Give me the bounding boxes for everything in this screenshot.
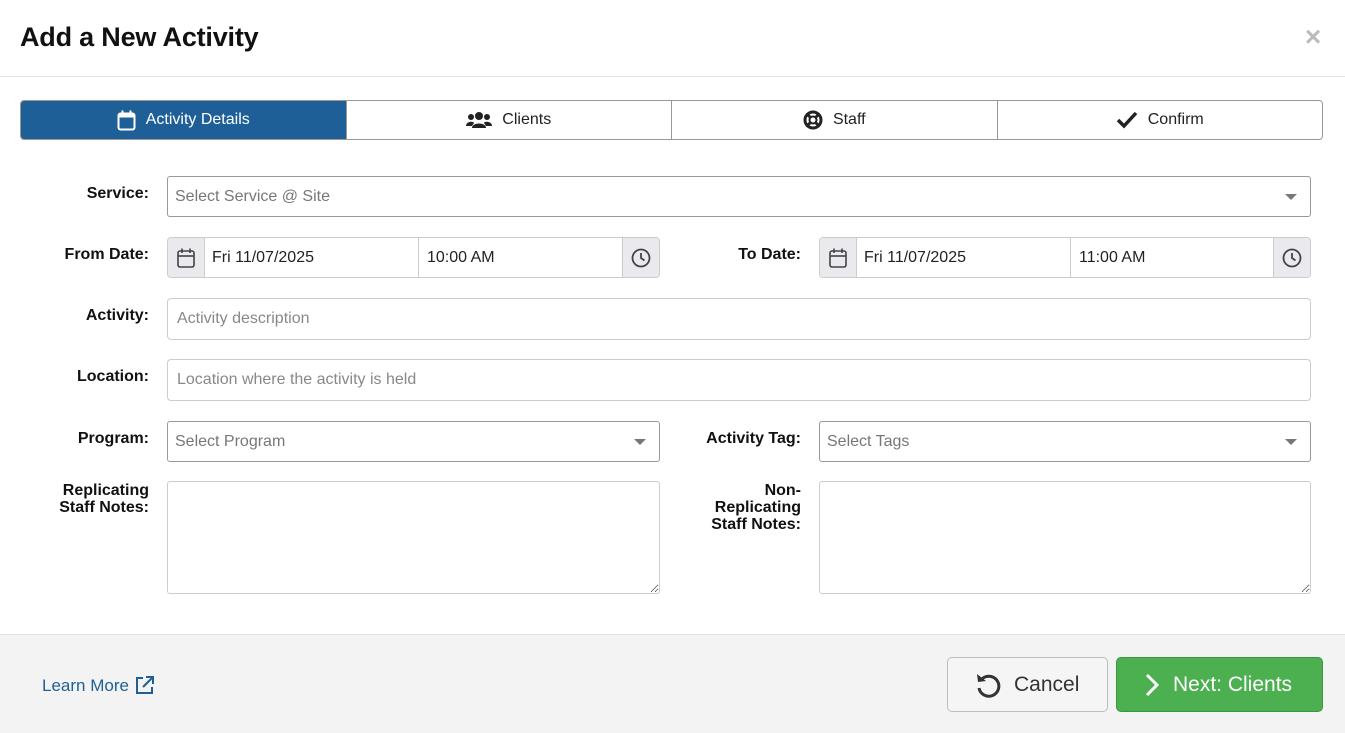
tab-confirm[interactable]: Confirm bbox=[996, 101, 1323, 139]
tab-label: Clients bbox=[502, 111, 552, 128]
service-placeholder: Select Service @ Site bbox=[175, 188, 330, 205]
service-label: Service: bbox=[86, 185, 149, 202]
calendar-icon bbox=[177, 248, 195, 268]
check-icon bbox=[1116, 111, 1138, 129]
replicating-notes-textarea[interactable] bbox=[167, 481, 660, 594]
from-date-picker: Fri 11/07/2025 10:00 AM bbox=[167, 237, 660, 278]
to-calendar-button[interactable] bbox=[820, 238, 857, 277]
location-label: Location: bbox=[77, 368, 149, 385]
calendar-icon bbox=[117, 110, 136, 130]
activity-tag-label: Activity Tag: bbox=[706, 430, 801, 447]
calendar-icon bbox=[829, 248, 847, 268]
tab-label: Confirm bbox=[1147, 111, 1204, 128]
program-placeholder: Select Program bbox=[175, 433, 286, 450]
to-date-picker: Fri 11/07/2025 11:00 AM bbox=[819, 237, 1311, 278]
cancel-label: Cancel bbox=[1014, 672, 1080, 696]
to-date-value[interactable]: Fri 11/07/2025 bbox=[857, 238, 1071, 277]
caret-down-icon bbox=[1285, 194, 1297, 200]
dialog-footer: Learn More Cancel Next: Clients bbox=[0, 634, 1345, 733]
activity-label: Activity: bbox=[85, 307, 149, 324]
caret-down-icon bbox=[1285, 439, 1297, 445]
label-line: Replicating bbox=[62, 482, 149, 499]
next-clients-button[interactable]: Next: Clients bbox=[1116, 657, 1323, 712]
external-link-icon bbox=[135, 676, 154, 694]
undo-icon bbox=[977, 673, 1001, 698]
to-date-label: To Date: bbox=[738, 246, 801, 263]
to-time-button[interactable] bbox=[1273, 238, 1310, 277]
activity-tag-select[interactable]: Select Tags bbox=[819, 421, 1311, 462]
tab-label: Staff bbox=[832, 111, 866, 128]
cancel-button[interactable]: Cancel bbox=[947, 657, 1108, 712]
tab-activity-details[interactable]: Activity Details bbox=[21, 101, 346, 139]
label-line: Staff Notes: bbox=[711, 516, 801, 533]
learn-more-link[interactable]: Learn More bbox=[42, 675, 155, 696]
users-icon bbox=[466, 112, 493, 128]
label-line: Non- bbox=[764, 482, 801, 499]
learn-more-label: Learn More bbox=[42, 675, 129, 695]
label-line: Replicating bbox=[714, 499, 801, 516]
from-calendar-button[interactable] bbox=[168, 238, 205, 277]
location-input[interactable] bbox=[167, 359, 1311, 401]
close-button[interactable]: × bbox=[1301, 23, 1325, 51]
chevron-right-icon bbox=[1145, 673, 1160, 696]
from-time-value[interactable]: 10:00 AM bbox=[419, 238, 622, 277]
dialog-title: Add a New Activity bbox=[20, 22, 259, 52]
program-select[interactable]: Select Program bbox=[167, 421, 660, 462]
caret-down-icon bbox=[634, 439, 646, 445]
label-line: Staff Notes: bbox=[59, 499, 149, 516]
clock-icon bbox=[631, 248, 651, 267]
to-time-value[interactable]: 11:00 AM bbox=[1071, 238, 1273, 277]
from-date-value[interactable]: Fri 11/07/2025 bbox=[205, 238, 419, 277]
clock-icon bbox=[1282, 248, 1302, 267]
from-time-button[interactable] bbox=[622, 238, 659, 277]
life-ring-icon bbox=[803, 110, 823, 130]
from-date-label: From Date: bbox=[64, 246, 149, 263]
service-select[interactable]: Select Service @ Site bbox=[167, 176, 1311, 217]
activity-input[interactable] bbox=[167, 298, 1311, 340]
tab-label: Activity Details bbox=[145, 111, 250, 128]
non-replicating-notes-textarea[interactable] bbox=[819, 481, 1311, 594]
tab-staff[interactable]: Staff bbox=[671, 101, 997, 139]
dialog-header: Add a New Activity × bbox=[0, 0, 1345, 77]
non-replicating-notes-label: Non- Replicating Staff Notes: bbox=[711, 482, 801, 533]
activity-tag-placeholder: Select Tags bbox=[827, 433, 910, 450]
program-label: Program: bbox=[77, 430, 149, 447]
tab-clients[interactable]: Clients bbox=[345, 101, 672, 139]
next-label: Next: Clients bbox=[1173, 672, 1293, 696]
wizard-tabs: Activity Details Clients Staff Confirm bbox=[20, 100, 1323, 140]
replicating-notes-label: Replicating Staff Notes: bbox=[59, 482, 149, 516]
